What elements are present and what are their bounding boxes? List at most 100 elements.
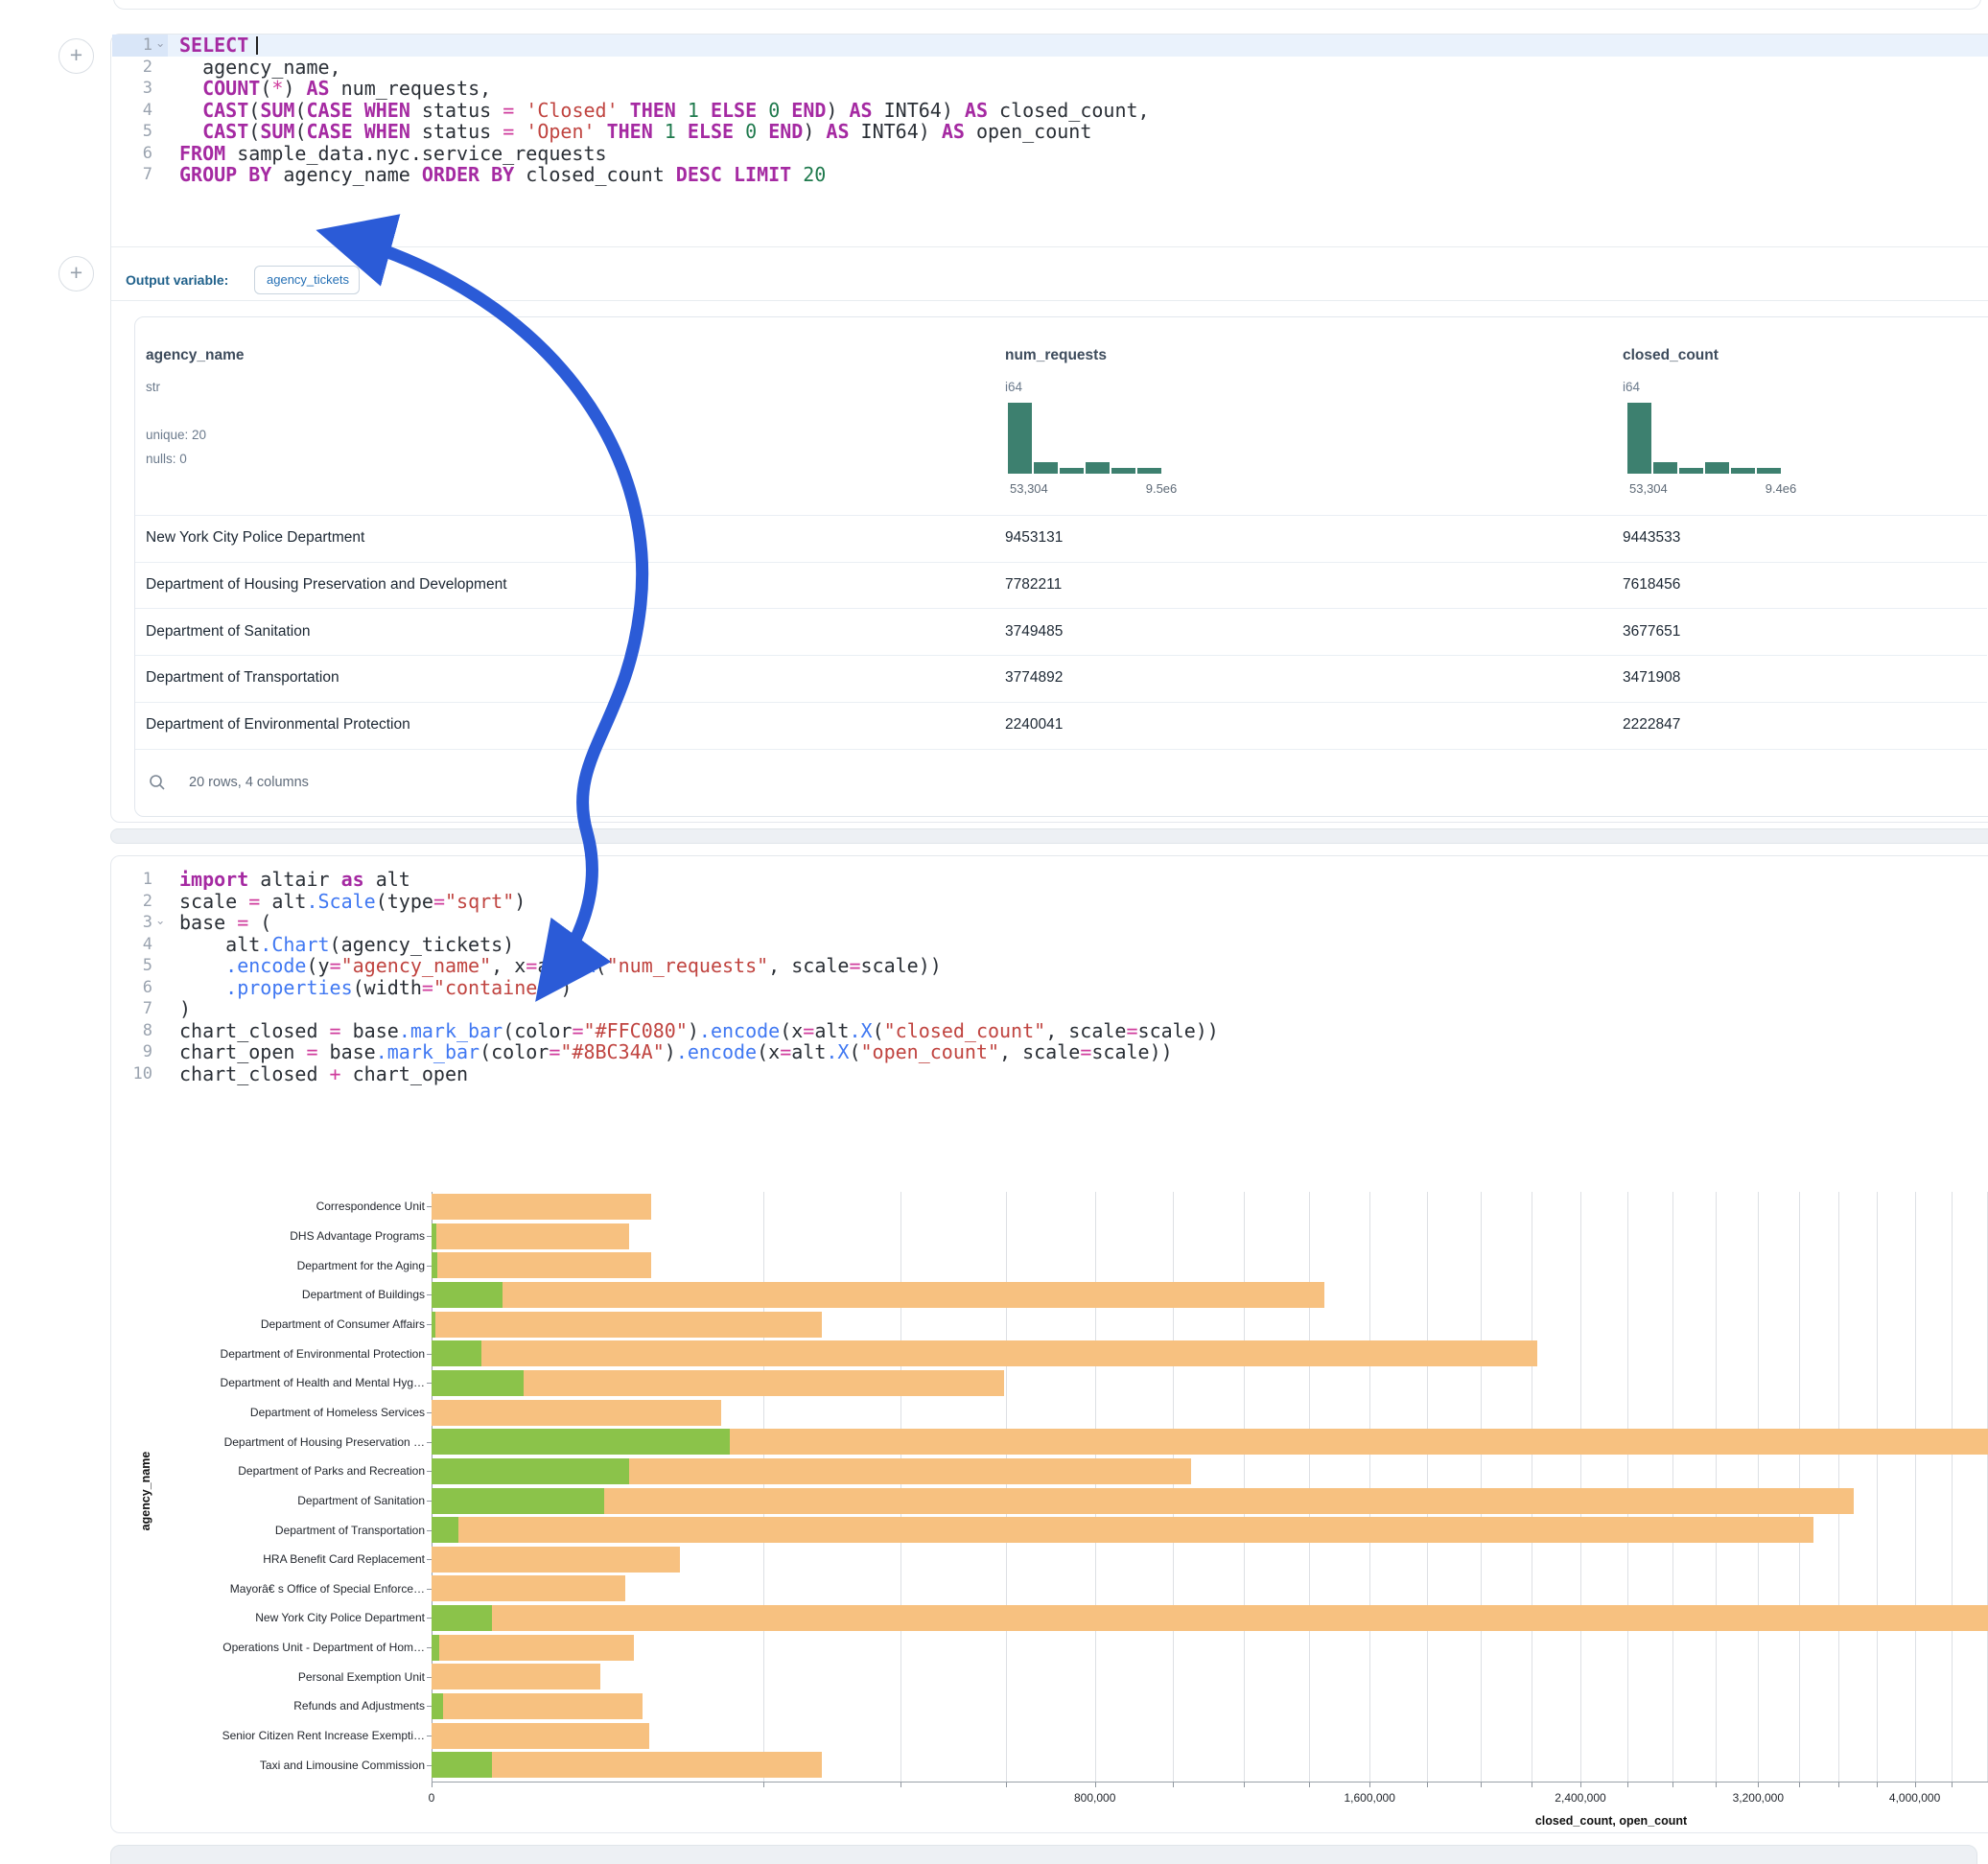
y-axis-label: Senior Citizen Rent Increase Exempti…	[118, 1729, 425, 1742]
code-text: FROM sample_data.nyc.service_requests	[168, 143, 1988, 165]
code-token	[676, 120, 688, 143]
table-row-divider	[135, 608, 1987, 609]
sql-code-editor[interactable]: 1›SELECT2 agency_name,3 COUNT(*) AS num_…	[112, 35, 1988, 186]
y-axis-label: Department of Environmental Protection	[118, 1347, 425, 1361]
x-axis-label: 3,200,000	[1733, 1791, 1784, 1805]
code-token: )	[283, 77, 306, 100]
bar-closed	[432, 1400, 721, 1426]
line-number-gutter: 5	[112, 955, 168, 977]
histogram-bar	[1008, 403, 1032, 474]
code-token: alt	[260, 890, 306, 913]
bar-closed	[432, 1575, 625, 1601]
x-axis-tick	[900, 1782, 901, 1787]
code-token: AS	[965, 99, 988, 122]
add-cell-button[interactable]: +	[58, 38, 94, 74]
y-axis-label: Department of Housing Preservation …	[118, 1435, 425, 1449]
code-text: chart_closed + chart_open	[168, 1063, 1988, 1085]
code-token: SUM	[260, 120, 294, 143]
python-code-line: 2scale = alt.Scale(type="sqrt")	[112, 891, 1988, 913]
collapse-chevron-icon[interactable]: ›	[150, 37, 172, 53]
code-text: chart_open = base.mark_bar(color="#8BC34…	[168, 1041, 1988, 1063]
code-token: .X	[826, 1040, 849, 1063]
bar-open	[432, 1223, 436, 1249]
search-icon[interactable]	[149, 774, 166, 791]
code-token: (	[248, 120, 260, 143]
gridline	[763, 1192, 764, 1782]
x-axis-label: 2,400,000	[1555, 1791, 1605, 1805]
histogram-max-label: 9.4e6	[1766, 481, 1797, 496]
histogram-max-label: 9.5e6	[1146, 481, 1178, 496]
gridline	[1716, 1192, 1717, 1782]
code-token: 0	[745, 120, 757, 143]
line-number: 6	[112, 143, 152, 165]
gridline	[1173, 1192, 1174, 1782]
column-header: agency_name	[146, 347, 245, 364]
code-token: .X	[572, 954, 595, 977]
table-row-divider	[135, 515, 1987, 516]
line-number: 5	[112, 955, 152, 977]
y-axis-label: Correspondence Unit	[118, 1200, 425, 1213]
previous-cell-edge	[113, 0, 1981, 10]
x-axis-tick	[432, 1782, 433, 1787]
code-token: chart_closed	[179, 1019, 330, 1042]
sql-code-line: 5 CAST(SUM(CASE WHEN status = 'Open' THE…	[112, 121, 1988, 143]
code-token: (	[294, 120, 306, 143]
code-token: =	[306, 1040, 317, 1063]
code-token: =	[572, 1019, 583, 1042]
sql-code-line: 4 CAST(SUM(CASE WHEN status = 'Closed' T…	[112, 100, 1988, 122]
line-number: 6	[112, 977, 152, 999]
code-token: 20	[803, 163, 826, 186]
gridline	[1006, 1192, 1007, 1782]
y-axis-label: New York City Police Department	[118, 1611, 425, 1624]
gridline	[1758, 1192, 1759, 1782]
y-axis-label: Department of Health and Mental Hyg…	[118, 1376, 425, 1389]
x-axis-tick	[1627, 1782, 1628, 1787]
code-text: SELECT	[168, 35, 1988, 57]
code-token: alt	[814, 1019, 849, 1042]
y-axis-label: Department of Parks and Recreation	[118, 1464, 425, 1478]
code-token: base	[318, 1040, 376, 1063]
line-number: 4	[112, 100, 152, 122]
gridline	[1672, 1192, 1673, 1782]
code-token: =	[248, 890, 260, 913]
code-token	[791, 163, 803, 186]
python-code-editor[interactable]: 1import altair as alt2scale = alt.Scale(…	[112, 869, 1988, 1084]
code-token: chart_open	[179, 1040, 306, 1063]
code-token: FROM	[179, 142, 225, 165]
y-axis-label: HRA Benefit Card Replacement	[118, 1552, 425, 1566]
x-axis-tick	[1672, 1782, 1673, 1787]
x-axis-label: 1,600,000	[1344, 1791, 1394, 1805]
code-token: base	[341, 1019, 399, 1042]
add-cell-button[interactable]: +	[58, 256, 94, 291]
histogram-bar	[1137, 468, 1161, 474]
x-axis-label: 0	[429, 1791, 435, 1805]
gridline	[1627, 1192, 1628, 1782]
line-number-gutter: 8	[112, 1020, 168, 1042]
collapse-chevron-icon[interactable]: ›	[150, 915, 172, 930]
y-axis-label: Mayorâ€ s Office of Special Enforce…	[118, 1582, 425, 1596]
code-token: (color	[503, 1019, 572, 1042]
output-variable-input[interactable]: agency_tickets	[254, 266, 360, 294]
code-token: alt	[791, 1040, 826, 1063]
table-row-divider	[135, 655, 1987, 656]
line-number-gutter: 2	[112, 891, 168, 913]
bar-open	[432, 1635, 439, 1661]
code-token: =	[330, 954, 341, 977]
code-token: =	[433, 890, 445, 913]
x-axis-tick	[1095, 1782, 1096, 1787]
python-code-line: 10chart_closed + chart_open	[112, 1063, 1988, 1085]
y-axis-label: Personal Exemption Unit	[118, 1670, 425, 1684]
bar-closed	[432, 1635, 634, 1661]
bar-open	[432, 1340, 481, 1366]
line-number-gutter: 4	[112, 934, 168, 956]
table-cell-num_requests: 2240041	[1005, 716, 1063, 734]
code-token	[179, 120, 202, 143]
code-token: "num_requests"	[607, 954, 769, 977]
bar-open	[432, 1605, 492, 1631]
code-token: =	[803, 1019, 814, 1042]
bar-closed	[432, 1723, 649, 1749]
chart-x-axis-title: closed_count, open_count	[1535, 1814, 1687, 1828]
line-number: 9	[112, 1041, 152, 1063]
x-axis-tick	[1580, 1782, 1581, 1787]
table-cell-closed_count: 7618456	[1623, 576, 1680, 594]
